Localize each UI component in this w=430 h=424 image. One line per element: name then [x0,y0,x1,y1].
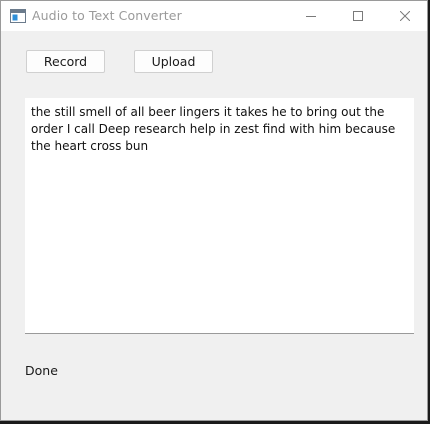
record-button[interactable]: Record [26,50,105,73]
close-button[interactable] [382,1,428,31]
upload-button[interactable]: Upload [134,50,213,73]
status-label: Done [25,363,58,378]
transcript-text-area[interactable]: the still smell of all beer lingers it t… [25,98,414,334]
maximize-button[interactable] [335,1,381,31]
maximize-icon [353,11,363,21]
window-title: Audio to Text Converter [32,8,182,23]
app-window: Audio to Text Converter Record Upload th… [0,0,428,421]
close-icon [400,11,410,21]
minimize-icon [306,11,316,21]
app-window-icon [10,8,26,23]
transcript-text: the still smell of all beer lingers it t… [31,105,396,153]
title-bar[interactable]: Audio to Text Converter [1,1,427,31]
minimize-button[interactable] [288,1,334,31]
